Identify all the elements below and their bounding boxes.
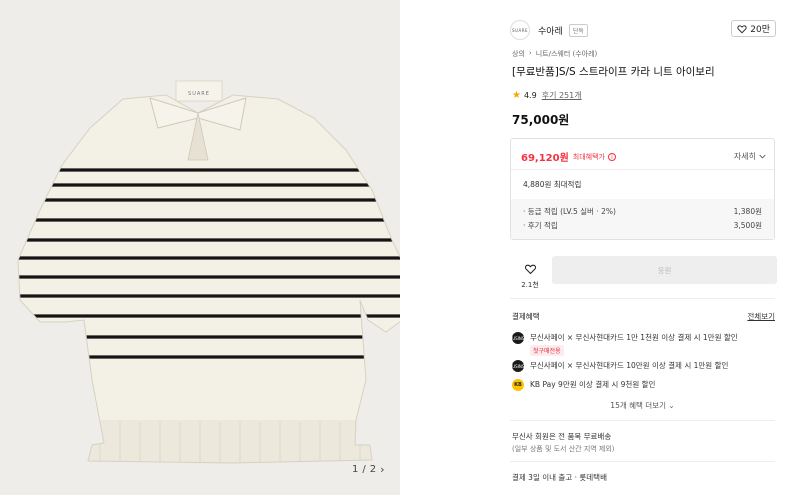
card-benefit-text: KB Pay 9만원 이상 결제 시 9천원 할인 <box>530 380 656 389</box>
card-benefit-text: 무신사페이 × 무신사현대카드 1만 1천원 이상 결제 시 1만원 할인 <box>530 333 738 342</box>
points-row-value: 1,380원 <box>733 207 762 216</box>
payment-benefits-title: 결제혜택 <box>512 312 540 321</box>
buy-button[interactable]: 응원 <box>552 256 777 284</box>
points-row-value: 3,500원 <box>733 221 762 230</box>
card-benefit-item: MUSINSA 무신사페이 × 무신사현대카드 1만 1천원 이상 결제 시 1… <box>509 332 738 356</box>
pager-separator: / <box>362 463 366 475</box>
max-benefit-label: 최대혜택가 <box>572 152 605 161</box>
next-image-icon[interactable]: › <box>380 463 384 476</box>
rating-row: ★ 4.9 후기 251개 <box>512 90 582 101</box>
star-icon: ★ <box>512 90 521 101</box>
dispatch-info-text: 결제 3일 이내 출고 · 롯데택배 <box>512 473 607 482</box>
kb-pay-icon: KB <box>512 379 524 391</box>
points-row-label: · 후기 적립 <box>523 221 558 230</box>
brand-logo[interactable]: SUARE <box>510 20 530 40</box>
payment-benefits-header: 결제혜택 전체보기 <box>512 311 775 322</box>
info-icon[interactable]: i <box>608 152 616 161</box>
rating-score: 4.9 <box>523 91 537 100</box>
benefit-detail-toggle[interactable]: 자세히 <box>734 151 766 162</box>
product-title: [무료반품]S/S 스트라이프 카라 니트 아이보리 <box>512 66 715 78</box>
view-all-link[interactable]: 전체보기 <box>747 311 775 322</box>
shipping-exception-text: (일부 상품 및 도서 산간 지역 제외) <box>512 445 615 453</box>
heart-icon <box>737 24 747 33</box>
free-shipping-text: 무신사 회원은 전 품목 무료배송 <box>512 432 612 441</box>
chevron-down-icon <box>759 154 766 159</box>
exclusive-badge: 단독 <box>568 23 588 37</box>
product-image: SUARE <box>17 80 400 464</box>
benefit-box: 69,120원 최대혜택가 i 자세히 4,880원 최대적립 · 등급 적립 … <box>510 138 775 240</box>
section-divider <box>510 298 775 299</box>
brand-like-count: 20만 <box>750 25 770 35</box>
breadcrumb: 상의 › 니트/스웨터 (수아레) <box>512 49 597 59</box>
product-info-panel: SUARE 수아레 단독 20만 상의 › 니트/스웨터 (수아레) [무료반품… <box>509 0 780 495</box>
breadcrumb-category[interactable]: 상의 <box>512 49 525 59</box>
first-purchase-badge: 첫구매전용 <box>530 345 564 356</box>
section-divider <box>510 420 775 421</box>
breadcrumb-subcategory[interactable]: 니트/스웨터 (수아레) <box>536 49 598 59</box>
points-breakdown: · 등급 적립 (LV.5 실버 · 2%) 1,380원 · 후기 적립 3,… <box>511 199 774 239</box>
product-image-gallery[interactable]: SUARE 1 / 2 › <box>0 0 400 495</box>
detail-label: 자세히 <box>733 152 756 161</box>
brand-row: SUARE 수아레 단독 20만 <box>510 20 776 40</box>
card-benefit-item: MUSINSA 무신사페이 × 무신사현대카드 10만원 이상 결제 시 1만원… <box>509 360 729 372</box>
review-link[interactable]: 후기 251개 <box>542 90 582 101</box>
garment-tag-text: SUARE <box>188 91 210 97</box>
brand-like-button[interactable]: 20만 <box>731 20 776 37</box>
card-benefit-text: 무신사페이 × 무신사현대카드 10만원 이상 결제 시 1만원 할인 <box>530 361 729 370</box>
pager-current: 1 <box>352 463 359 475</box>
more-benefits-button[interactable]: 15개 혜택 더보기 ⌄ <box>510 400 775 411</box>
brand-name[interactable]: 수아레 <box>538 24 563 37</box>
max-benefit-price: 69,120원 <box>521 153 569 164</box>
image-pager[interactable]: 1 / 2 › <box>352 459 385 479</box>
points-row: · 후기 적립 3,500원 <box>523 220 762 231</box>
card-benefit-item: KB KB Pay 9만원 이상 결제 시 9천원 할인 <box>512 379 655 391</box>
wishlist-button[interactable]: 2.1천 <box>516 260 544 290</box>
pager-total: 2 <box>369 463 377 475</box>
wishlist-count: 2.1천 <box>521 281 539 289</box>
heart-icon <box>524 264 536 275</box>
section-divider <box>510 461 775 462</box>
musinsa-card-icon: MUSINSA <box>509 332 527 344</box>
max-points-text: 4,880원 최대적립 <box>523 180 582 189</box>
chevron-right-icon: › <box>528 49 532 57</box>
product-price: 75,000원 <box>512 113 570 127</box>
points-row: · 등급 적립 (LV.5 실버 · 2%) 1,380원 <box>523 206 762 217</box>
benefit-divider <box>511 169 774 170</box>
musinsa-card-icon: MUSINSA <box>509 360 527 372</box>
points-row-label: · 등급 적립 (LV.5 실버 · 2%) <box>523 207 616 216</box>
